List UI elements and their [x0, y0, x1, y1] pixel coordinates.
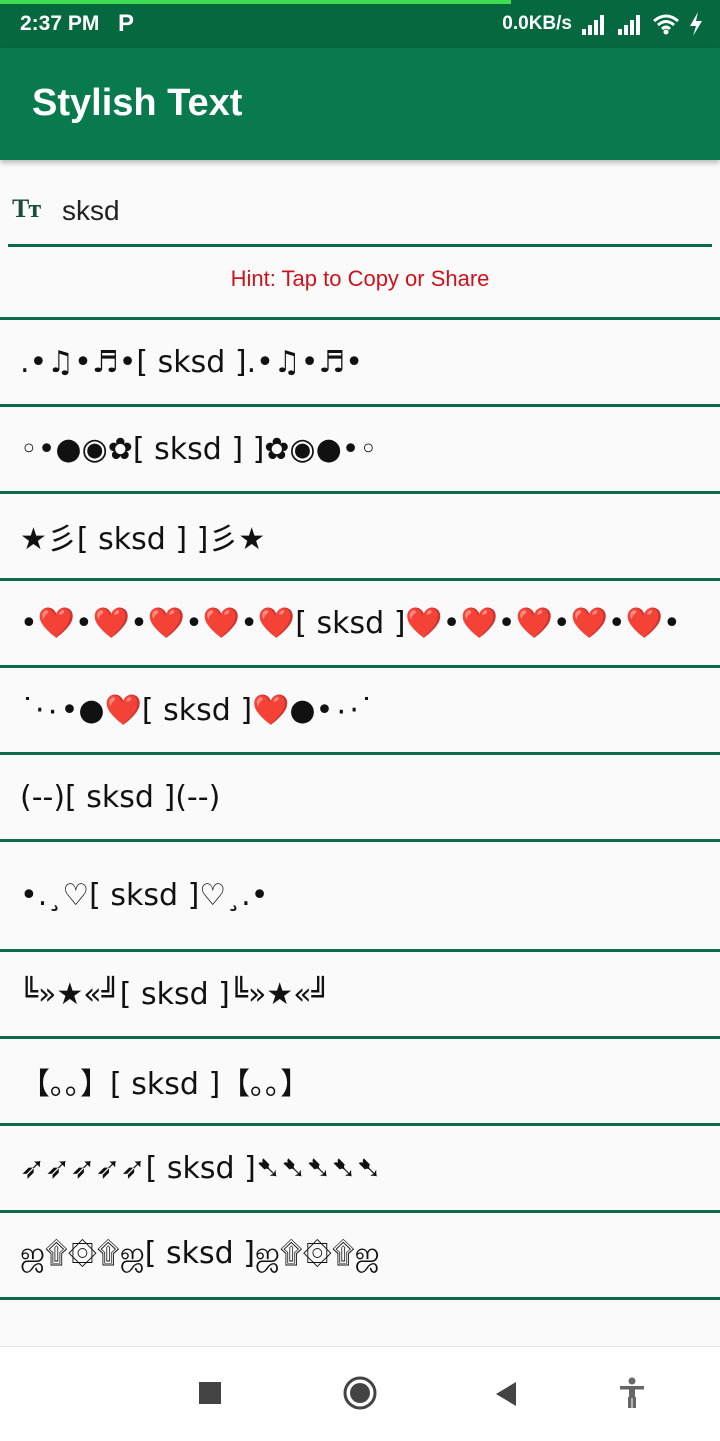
status-icons: 0.0KB/s [502, 10, 704, 38]
style-item-text: ◦•●◉✿[ sksd ] ]✿◉●•◦ [20, 431, 378, 467]
hint-text: Hint: Tap to Copy or Share [230, 266, 490, 291]
app-title: Stylish Text [32, 82, 243, 124]
style-list: .•♫•♬•[ sksd ].•♫•♬• ◦•●◉✿[ sksd ] ]✿◉●•… [0, 317, 720, 1303]
style-item[interactable]: ╚»★«╝[ sksd ]╚»★«╝ [0, 949, 720, 1036]
style-item-text: ★彡[ sksd ] ]彡★ [20, 522, 266, 557]
style-item[interactable]: 【｡｡】[ sksd ]【｡｡】 [0, 1036, 720, 1123]
accessibility-icon[interactable] [618, 1377, 646, 1409]
charging-bolt-icon [690, 12, 702, 36]
style-item-text: ╚»★«╝[ sksd ]╚»★«╝ [20, 976, 330, 1012]
home-circle-icon[interactable] [342, 1375, 378, 1411]
style-item[interactable]: ஜ۩۞۩ஜ[ sksd ]ஜ۩۞۩ஜ [0, 1210, 720, 1297]
text-input-row[interactable]: Tт [8, 180, 712, 247]
style-item-text: ˙·٠•●❤️[ sksd ]❤️●•٠·˙ [20, 692, 374, 728]
status-progress-bar [0, 0, 512, 4]
signal-icon [618, 15, 640, 35]
style-item[interactable]: •❤️•❤️•❤️•❤️•❤️[ sksd ]❤️•❤️•❤️•❤️•❤️• [0, 578, 720, 665]
wifi-icon [653, 14, 679, 35]
style-item-text: .•♫•♬•[ sksd ].•♫•♬• [20, 344, 363, 380]
back-triangle-icon[interactable] [494, 1381, 518, 1407]
navigation-bar [0, 1346, 720, 1441]
style-item[interactable]: •.¸♡[ sksd ]♡¸.• [0, 839, 720, 949]
status-time: 2:37 PM [20, 12, 100, 35]
status-bar: 2:37 PM P 0.0KB/s [0, 0, 720, 48]
signal-icon [582, 15, 604, 35]
app-bar: Stylish Text [0, 48, 720, 160]
style-item[interactable]: ➶➶➶➶➶[ sksd ]➷➷➷➷➷ [0, 1123, 720, 1210]
text-size-icon: Tт [12, 194, 41, 223]
style-item-text: (--)[ sksd ](--) [20, 779, 221, 815]
style-item[interactable]: ˙·٠•●❤️[ sksd ]❤️●•٠·˙ [0, 665, 720, 752]
notification-p-icon: P [118, 10, 135, 37]
style-item-text: •.¸♡[ sksd ]♡¸.• [20, 878, 269, 913]
style-item-text: ஜ۩۞۩ஜ[ sksd ]ஜ۩۞۩ஜ [20, 1235, 380, 1271]
style-item-text: ➶➶➶➶➶[ sksd ]➷➷➷➷➷ [20, 1150, 382, 1186]
network-speed: 0.0KB/s [502, 13, 572, 34]
style-item[interactable]: ★彡[ sksd ] ]彡★ [0, 491, 720, 578]
style-item[interactable]: (--)[ sksd ](--) [0, 752, 720, 839]
style-item[interactable]: .•♫•♬•[ sksd ].•♫•♬• [0, 317, 720, 404]
text-input[interactable] [60, 188, 704, 234]
style-item-text: 【｡｡】[ sksd ]【｡｡】 [20, 1067, 311, 1102]
list-divider [0, 1297, 720, 1303]
style-item-text: •❤️•❤️•❤️•❤️•❤️[ sksd ]❤️•❤️•❤️•❤️•❤️• [20, 605, 681, 641]
style-item[interactable]: ◦•●◉✿[ sksd ] ]✿◉●•◦ [0, 404, 720, 491]
recents-square-icon[interactable] [198, 1381, 222, 1405]
